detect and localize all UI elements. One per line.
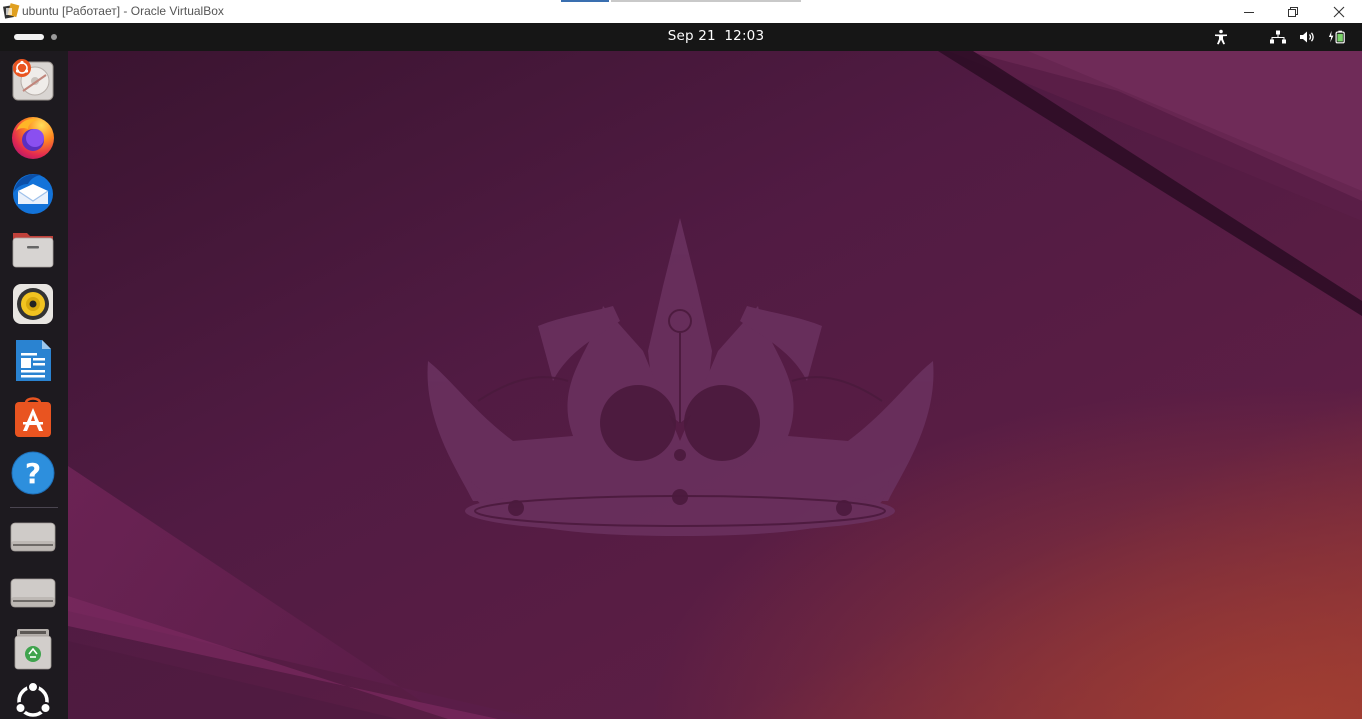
accessibility-icon[interactable] — [1212, 29, 1230, 45]
minimize-button[interactable] — [1226, 0, 1272, 23]
titlebar-accent-line — [561, 0, 609, 2]
dock-item-show-apps[interactable] — [8, 679, 58, 719]
close-icon — [1333, 6, 1345, 17]
thunderbird-icon — [13, 174, 53, 214]
files-folder-icon — [12, 233, 54, 268]
ubuntu-top-bar: Sep 21 12:03 — [0, 23, 1362, 51]
dock-item-help[interactable]: ? — [8, 447, 58, 497]
titlebar-divider-line — [611, 0, 801, 2]
dock-item-firefox[interactable] — [8, 111, 58, 161]
wallpaper — [68, 51, 1362, 719]
writer-document-icon — [16, 340, 51, 381]
window-title: ubuntu [Работает] - Oracle VirtualBox — [22, 4, 224, 18]
drive-icon — [10, 522, 56, 552]
clock-time: 12:03 — [724, 28, 765, 44]
app-center-icon — [15, 397, 51, 437]
svg-text:?: ? — [25, 457, 41, 490]
close-button[interactable] — [1316, 0, 1362, 23]
ubuntu-logo-icon — [14, 681, 52, 717]
dock-item-trash[interactable] — [8, 623, 58, 673]
desktop[interactable] — [68, 51, 1362, 719]
installer-disk-icon — [12, 59, 54, 101]
guest-screen: Sep 21 12:03 ? — [0, 23, 1362, 719]
dock-item-libreoffice-writer[interactable] — [8, 335, 58, 385]
dock-item-drive-1[interactable] — [8, 511, 58, 561]
dock-item-app-center[interactable] — [8, 391, 58, 441]
dock-item-rhythmbox[interactable] — [8, 279, 58, 329]
rhythmbox-speaker-icon — [13, 284, 53, 324]
help-icon: ? — [11, 451, 55, 495]
network-wired-icon[interactable] — [1269, 29, 1287, 45]
restore-icon — [1288, 6, 1298, 17]
clock-date: Sep 21 — [667, 28, 716, 44]
dock-item-files[interactable] — [8, 223, 58, 273]
battery-charging-icon[interactable] — [1328, 29, 1346, 45]
virtualbox-titlebar: ubuntu [Работает] - Oracle VirtualBox — [0, 0, 1362, 23]
clock-button[interactable]: Sep 21 12:03 — [0, 28, 1362, 44]
volume-icon[interactable] — [1298, 29, 1316, 45]
dock-item-install-ubuntu[interactable] — [8, 55, 58, 105]
firefox-icon — [12, 117, 54, 159]
virtualbox-app-icon — [3, 3, 20, 20]
minimize-icon — [1244, 11, 1254, 13]
trash-icon — [14, 629, 52, 670]
restore-button[interactable] — [1270, 0, 1316, 23]
dock-item-drive-2[interactable] — [8, 567, 58, 617]
dock-separator — [10, 507, 58, 508]
dock-item-thunderbird[interactable] — [8, 167, 58, 217]
drive-icon — [10, 578, 56, 608]
ubuntu-dock: ? — [0, 51, 68, 719]
